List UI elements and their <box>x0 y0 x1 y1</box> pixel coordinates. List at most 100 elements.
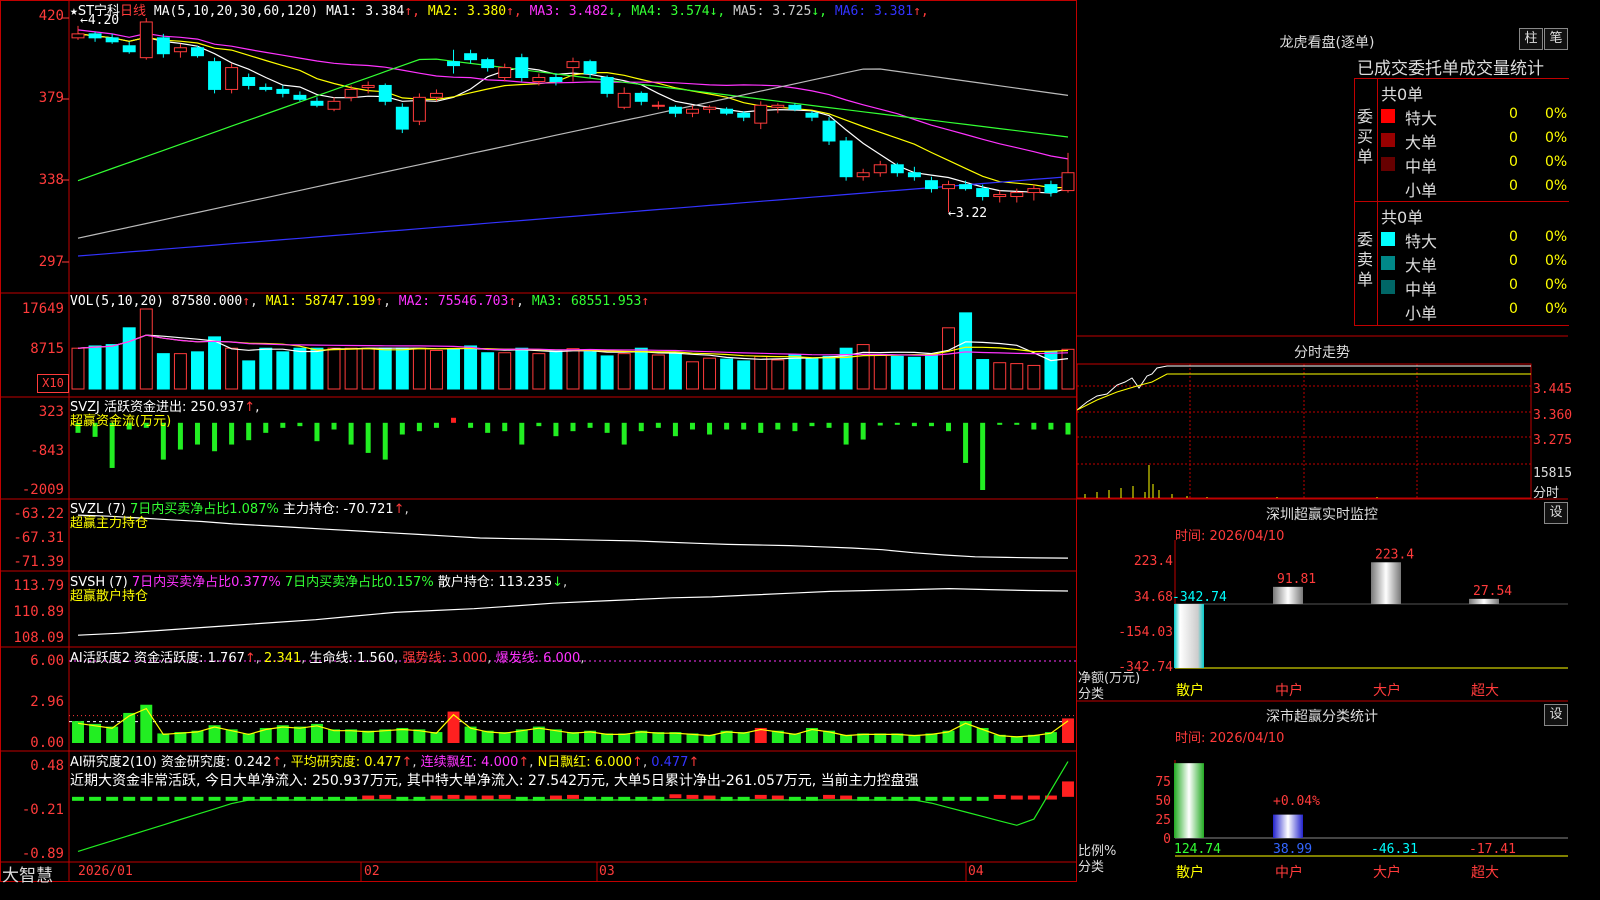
candle-body <box>310 100 324 106</box>
flow-bar <box>860 422 866 440</box>
volume-bar <box>1061 348 1075 390</box>
monitor-axis-3: -154.03 <box>1118 625 1173 640</box>
flow-bar <box>826 422 832 428</box>
svsh-axis-bot: 108.09 <box>13 630 64 646</box>
classify-value-3: -17.41 <box>1469 842 1516 857</box>
volume-bar <box>481 352 495 390</box>
order-count: 0 <box>1509 154 1518 170</box>
candle-body <box>600 77 614 94</box>
research-bar <box>225 796 238 801</box>
order-row-特大: 特大 0 0% <box>1381 105 1569 128</box>
flow-bar <box>365 422 371 453</box>
sell-inner: 共0单 特大 0 0% 大单 0 0% 中单 0 0% 小单 0 0% <box>1377 202 1570 325</box>
candle-body <box>378 84 392 102</box>
order-color-swatch <box>1381 280 1395 294</box>
volume-bar <box>361 347 375 390</box>
flow-bar <box>775 422 781 430</box>
candle-body <box>1010 192 1024 198</box>
monitor-settings-button[interactable]: 设 <box>1544 502 1568 524</box>
research-bar <box>771 795 784 800</box>
order-color-swatch <box>1381 232 1395 246</box>
volume-bar <box>447 348 460 390</box>
monitor-title: 深圳超赢实时监控 <box>1266 507 1378 523</box>
volume-bar <box>310 347 324 390</box>
order-label: 中单 <box>1405 157 1438 176</box>
order-count: 0 <box>1509 130 1518 146</box>
flow-bar <box>1014 422 1020 425</box>
date-04: 04 <box>968 864 984 879</box>
monitor-cat-3: 超大 <box>1471 683 1499 699</box>
flow-bar <box>109 422 115 468</box>
price-axis-420: 420 <box>38 8 64 24</box>
classify-value-0: 124.74 <box>1174 842 1221 857</box>
flow-bar <box>707 422 713 435</box>
classify-time: 时间: 2026/04/10 <box>1175 731 1285 746</box>
volume-bar <box>822 355 836 390</box>
intraday-title: 分时走势 <box>1294 345 1350 361</box>
ai1-axis-mid: 2.96 <box>30 694 64 710</box>
volume-bar <box>754 355 768 390</box>
svzj-subtitle: 超赢资金流(万元) <box>70 414 172 429</box>
volume-bar <box>942 327 955 390</box>
order-row-中单: 中单 0 0% <box>1381 153 1569 176</box>
candle-body <box>959 184 973 190</box>
volume-bar <box>395 347 409 390</box>
bar-mode-button[interactable]: 柱 <box>1519 28 1543 50</box>
vol-unit-box[interactable]: X10 <box>37 374 69 393</box>
flow-bar <box>1048 422 1054 430</box>
flow-bar <box>399 422 405 435</box>
ma-value-6: MA6: 3.381 <box>827 4 914 19</box>
candle-body <box>942 184 955 190</box>
flow-bar <box>536 422 542 427</box>
retail-holding-line <box>77 587 1069 636</box>
ma-value-4: MA4: 3.574 <box>623 4 710 19</box>
activity-bar <box>293 726 306 743</box>
period-label[interactable]: 日线 <box>120 4 146 19</box>
order-percent: 0% <box>1545 301 1568 317</box>
research-bar <box>106 796 119 801</box>
tick-mode-button[interactable]: 笔 <box>1544 28 1568 50</box>
flow-bar <box>877 422 883 426</box>
activity-bar <box>447 711 460 743</box>
order-label: 大单 <box>1405 133 1438 152</box>
flow-bar <box>331 422 337 430</box>
research-bar <box>208 796 221 801</box>
volume-bar <box>617 353 631 390</box>
monitor-value-2: 223.4 <box>1375 547 1414 562</box>
candle-body <box>139 21 153 59</box>
candle-body <box>686 108 699 114</box>
volume-bar <box>225 347 239 390</box>
activity-bar <box>362 730 375 743</box>
flow-bar <box>928 422 934 427</box>
volume-bar <box>242 360 256 390</box>
research-bar <box>840 795 853 800</box>
intraday-vol-label: 15815 <box>1533 466 1573 481</box>
research-bar <box>174 796 187 801</box>
order-color-swatch <box>1381 256 1395 270</box>
volume-bar <box>429 349 443 390</box>
volume-bar <box>924 354 938 390</box>
buy-side-label: 委买单 <box>1357 107 1374 166</box>
sell-count: 共0单 <box>1381 208 1424 227</box>
svzl-subtitle: 超赢主力持仓 <box>70 516 149 531</box>
research-bar <box>498 794 511 799</box>
order-count: 0 <box>1509 106 1518 122</box>
volume-bar <box>1027 364 1041 390</box>
research-bar <box>481 795 494 800</box>
order-percent: 0% <box>1545 106 1568 122</box>
order-label: 中单 <box>1405 280 1438 299</box>
volume-bar <box>651 354 665 390</box>
monitor-time: 时间: 2026/04/10 <box>1175 529 1285 544</box>
intraday-axis-1: 3.445 <box>1533 382 1573 397</box>
order-percent: 0% <box>1545 277 1568 293</box>
candle-body <box>71 33 85 39</box>
volume-bar <box>122 327 136 390</box>
main-chart-area[interactable]: ★ST宁科日线 MA(5,10,20,30,60,120) MA1: 3.384… <box>0 0 1077 886</box>
ma-value-1: MA1: 3.384 <box>326 4 405 19</box>
candle-body <box>173 47 187 53</box>
classify-title: 深市超赢分类统计 <box>1266 709 1378 725</box>
classify-settings-button[interactable]: 设 <box>1544 704 1568 726</box>
order-percent: 0% <box>1545 229 1568 245</box>
flow-bar <box>741 422 747 430</box>
flow-bar <box>758 422 764 433</box>
